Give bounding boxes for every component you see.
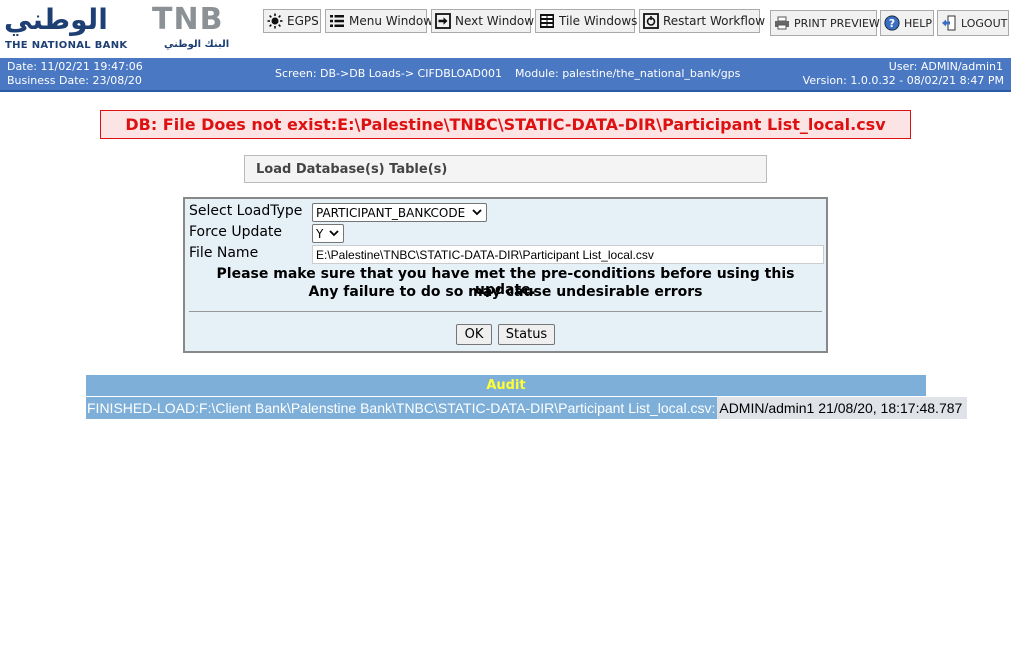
logo-arabic-tagline: البنك الوطني [164,39,230,50]
form-divider [189,311,822,312]
next-window-label: Next Window [455,14,535,28]
restart-workflow-button[interactable]: Restart Workflow [639,9,765,33]
audit-header: Audit [86,375,926,396]
session-info-bar: Date: 11/02/21 19:47:06 Business Date: 2… [0,58,1011,92]
module-path: Module: palestine/the_national_bank/gps [515,67,741,80]
audit-user: ADMIN/admin1 [717,397,817,419]
logout-icon [941,15,957,31]
table-row: FINISHED-LOAD:F:\Client Bank\Palenstine … [86,397,968,419]
chevron-down-icon [472,205,482,222]
help-label: HELP [904,16,932,30]
egps-button[interactable]: EGPS [263,9,321,33]
restart-workflow-label: Restart Workflow [663,14,766,28]
screen-path: Screen: DB->DB Loads-> CIFDBLOAD001 [275,67,502,80]
current-date: Date: 11/02/21 19:47:06 [7,60,143,73]
egps-label: EGPS [287,14,319,28]
chevron-down-icon [329,226,339,243]
bank-logo: الوطني TNB THE NATIONAL BANK البنك الوطن… [4,3,250,53]
file-name-label: File Name [189,245,259,261]
print-preview-button[interactable]: PRINT PREVIEW [770,10,880,36]
tile-windows-label: Tile Windows [559,14,638,28]
business-date: Business Date: 23/08/20 [7,74,142,87]
svg-text:?: ? [889,17,895,30]
error-message: DB: File Does not exist:E:\Palestine\TNB… [100,110,911,139]
audit-timestamp: 21/08/20, 18:17:48.787 [816,397,968,419]
file-name-input[interactable]: E:\Palestine\TNBC\STATIC-DATA-DIR\Partic… [312,245,824,264]
load-type-label: Select LoadType [189,203,303,219]
help-button[interactable]: ? HELP [880,10,934,36]
printer-icon [774,15,790,31]
next-window-button[interactable]: Next Window [431,9,535,33]
logout-button[interactable]: LOGOUT [937,10,1009,36]
audit-message: FINISHED-LOAD:F:\Client Bank\Palenstine … [86,397,718,419]
ok-button[interactable]: OK [456,324,492,345]
version-info: Version: 1.0.0.32 - 08/02/21 8:47 PM [802,74,1004,87]
list-icon [329,13,345,29]
tiles-icon [539,13,555,29]
force-update-label: Force Update [189,224,283,240]
tile-windows-button[interactable]: Tile Windows [535,9,638,33]
failure-warning: Any failure to do so may cause undesirab… [308,284,703,300]
load-form: Select LoadType PARTICIPANT_BANKCODE For… [183,197,828,353]
force-update-select[interactable]: Y [312,224,344,243]
logo-english-name: THE NATIONAL BANK [5,40,128,51]
question-icon: ? [884,15,900,31]
sun-icon [267,13,283,29]
logo-tnb: TNB [152,2,224,37]
section-title: Load Database(s) Table(s) [244,155,767,183]
restart-icon [643,13,659,29]
load-type-select[interactable]: PARTICIPANT_BANKCODE [312,203,487,222]
logo-arabic-name: الوطني [4,3,108,36]
user-info: User: ADMIN/admin1 [888,60,1003,73]
menu-window-button[interactable]: Menu Window [325,9,433,33]
load-type-value: PARTICIPANT_BANKCODE [316,205,466,220]
menu-window-label: Menu Window [349,14,434,28]
status-button[interactable]: Status [498,324,555,345]
force-update-value: Y [316,226,324,241]
print-preview-label: PRINT PREVIEW [794,16,880,30]
logout-label: LOGOUT [961,16,1008,30]
arrow-into-box-icon [435,13,451,29]
